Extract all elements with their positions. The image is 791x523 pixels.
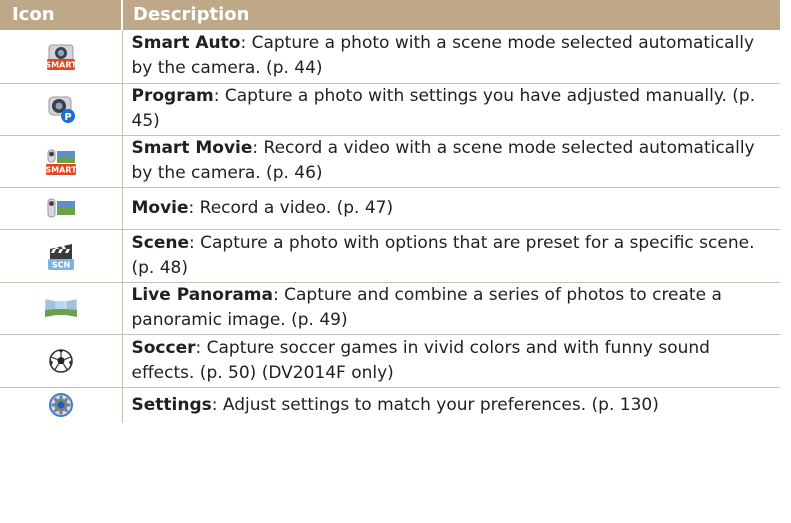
mode-name: Program	[131, 86, 214, 106]
program-badge-label: P	[64, 112, 71, 123]
settings-icon	[48, 393, 73, 418]
mode-description: : Capture a photo with settings you have…	[131, 86, 756, 131]
smart-auto-icon: SMART	[46, 44, 76, 71]
smart-badge-label: SMART	[46, 61, 76, 70]
mode-description: : Record a video. (p. 47)	[188, 197, 394, 218]
table-row: P Program: Capture a photo with settings…	[0, 83, 780, 136]
table-row: Live Panorama: Capture and combine a ser…	[0, 282, 780, 335]
mode-name: Smart Auto	[131, 33, 241, 54]
movie-icon	[47, 198, 75, 218]
mode-name: Settings	[131, 394, 212, 415]
mode-description: : Capture soccer games in vivid colors a…	[131, 337, 710, 383]
mode-icon-table: Icon Description SMART Smart Auto: Captu…	[0, 0, 780, 423]
live-panorama-icon	[44, 298, 78, 318]
table-row: Settings: Adjust settings to match your …	[0, 387, 780, 423]
mode-description: : Capture a photo with options that are …	[131, 232, 755, 278]
table-row: SCN Scene: Capture a photo with options …	[0, 229, 780, 283]
scene-badge-label: SCN	[52, 260, 70, 269]
header-icon: Icon	[0, 0, 122, 30]
table-row: SMART Smart Auto: Capture a photo with a…	[0, 30, 780, 84]
smart-movie-icon: SMART	[45, 149, 77, 175]
program-icon: P	[48, 96, 75, 123]
table-row: Soccer: Capture soccer games in vivid co…	[0, 334, 780, 388]
table-row: SMART Smart Movie: Record a video with a…	[0, 135, 780, 188]
table-row: Movie: Record a video. (p. 47)	[0, 187, 780, 230]
mode-name: Scene	[131, 232, 189, 253]
mode-description: : Adjust settings to match your preferen…	[211, 394, 659, 415]
soccer-icon	[48, 348, 73, 373]
header-description: Description	[121, 0, 780, 30]
mode-name: Movie	[131, 197, 189, 218]
smart-badge-label: SMART	[45, 166, 77, 175]
mode-name: Smart Movie	[131, 138, 253, 158]
table-header-row: Icon Description	[0, 0, 780, 30]
scene-icon: SCN	[47, 243, 74, 270]
mode-name: Soccer	[131, 337, 196, 358]
mode-name: Live Panorama	[131, 285, 274, 305]
